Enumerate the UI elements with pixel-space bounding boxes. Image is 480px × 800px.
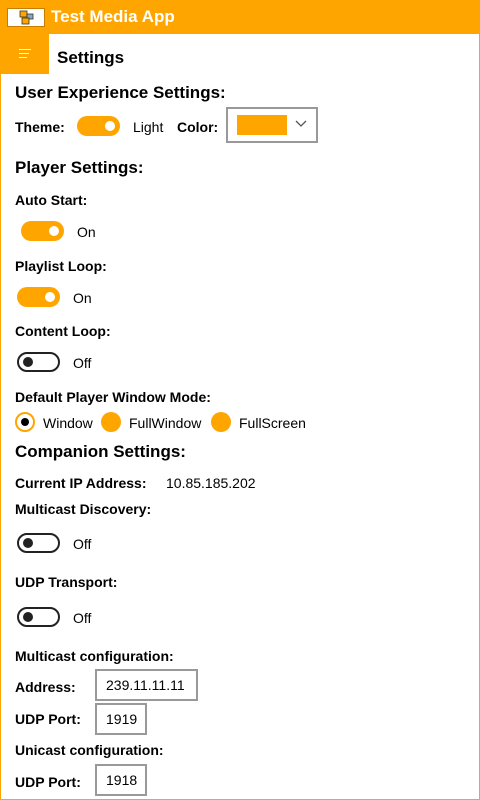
hamburger-menu-button[interactable]	[0, 34, 49, 74]
multicast-discovery-state: Off	[73, 536, 92, 552]
page-title: Settings	[57, 48, 125, 67]
window-mode-option-label: FullWindow	[129, 415, 202, 431]
window-mode-option-label: FullScreen	[239, 415, 306, 431]
unicast-port-label: UDP Port:	[15, 774, 81, 790]
ip-value: 10.85.185.202	[166, 475, 256, 491]
color-label: Color:	[177, 119, 219, 135]
content-loop-toggle[interactable]	[17, 352, 60, 372]
udp-transport-state: Off	[73, 610, 92, 626]
multicast-port-input[interactable]: 1919	[95, 703, 147, 735]
window-mode-radio-fullwindow[interactable]	[101, 412, 121, 432]
window-mode-option-label: Window	[43, 415, 93, 431]
ip-label: Current IP Address:	[15, 475, 147, 491]
theme-toggle[interactable]	[77, 116, 120, 136]
radio-dot	[21, 418, 29, 426]
hamburger-menu-icon	[19, 49, 31, 50]
multicast-address-input[interactable]: 239.11.11.11	[95, 669, 198, 701]
multicast-config-label: Multicast configuration:	[15, 648, 174, 664]
theme-value: Light	[133, 119, 164, 135]
app-title: Test Media App	[51, 7, 175, 26]
playlist-loop-toggle[interactable]	[17, 287, 60, 307]
multicast-port-label: UDP Port:	[15, 711, 81, 727]
unicast-config-label: Unicast configuration:	[15, 742, 164, 758]
toggle-knob	[23, 612, 33, 622]
companion-settings-heading: Companion Settings:	[15, 442, 186, 461]
content-loop-state: Off	[73, 355, 92, 371]
toggle-knob	[49, 226, 59, 236]
playlist-loop-label: Playlist Loop:	[15, 258, 107, 274]
title-bar: Test Media App	[0, 0, 480, 34]
unicast-port-input[interactable]: 1918	[95, 764, 147, 796]
playlist-loop-state: On	[73, 290, 92, 306]
toggle-knob	[23, 357, 33, 367]
window-border-left	[0, 34, 1, 800]
multicast-discovery-toggle[interactable]	[17, 533, 60, 553]
color-swatch	[237, 115, 287, 135]
window-mode-radio-window[interactable]	[15, 412, 35, 432]
ux-settings-heading: User Experience Settings:	[15, 83, 226, 102]
toggle-knob	[45, 292, 55, 302]
hamburger-line	[19, 53, 29, 54]
udp-transport-label: UDP Transport:	[15, 574, 118, 590]
window-mode-label: Default Player Window Mode:	[15, 389, 211, 405]
color-dropdown[interactable]	[226, 107, 318, 143]
udp-transport-toggle[interactable]	[17, 607, 60, 627]
player-settings-heading: Player Settings:	[15, 158, 144, 177]
hamburger-line	[19, 57, 27, 58]
auto-start-state: On	[77, 224, 96, 240]
toggle-knob	[105, 121, 115, 131]
theme-label: Theme:	[15, 119, 65, 135]
auto-start-toggle[interactable]	[21, 221, 64, 241]
toggle-knob	[23, 538, 33, 548]
auto-start-label: Auto Start:	[15, 192, 88, 208]
window-mode-radio-fullscreen[interactable]	[211, 412, 231, 432]
content-loop-label: Content Loop:	[15, 323, 111, 339]
chevron-down-icon	[295, 120, 307, 127]
multicast-discovery-label: Multicast Discovery:	[15, 501, 152, 517]
multicast-address-label: Address:	[15, 679, 76, 695]
app-logo-icon	[7, 8, 45, 27]
